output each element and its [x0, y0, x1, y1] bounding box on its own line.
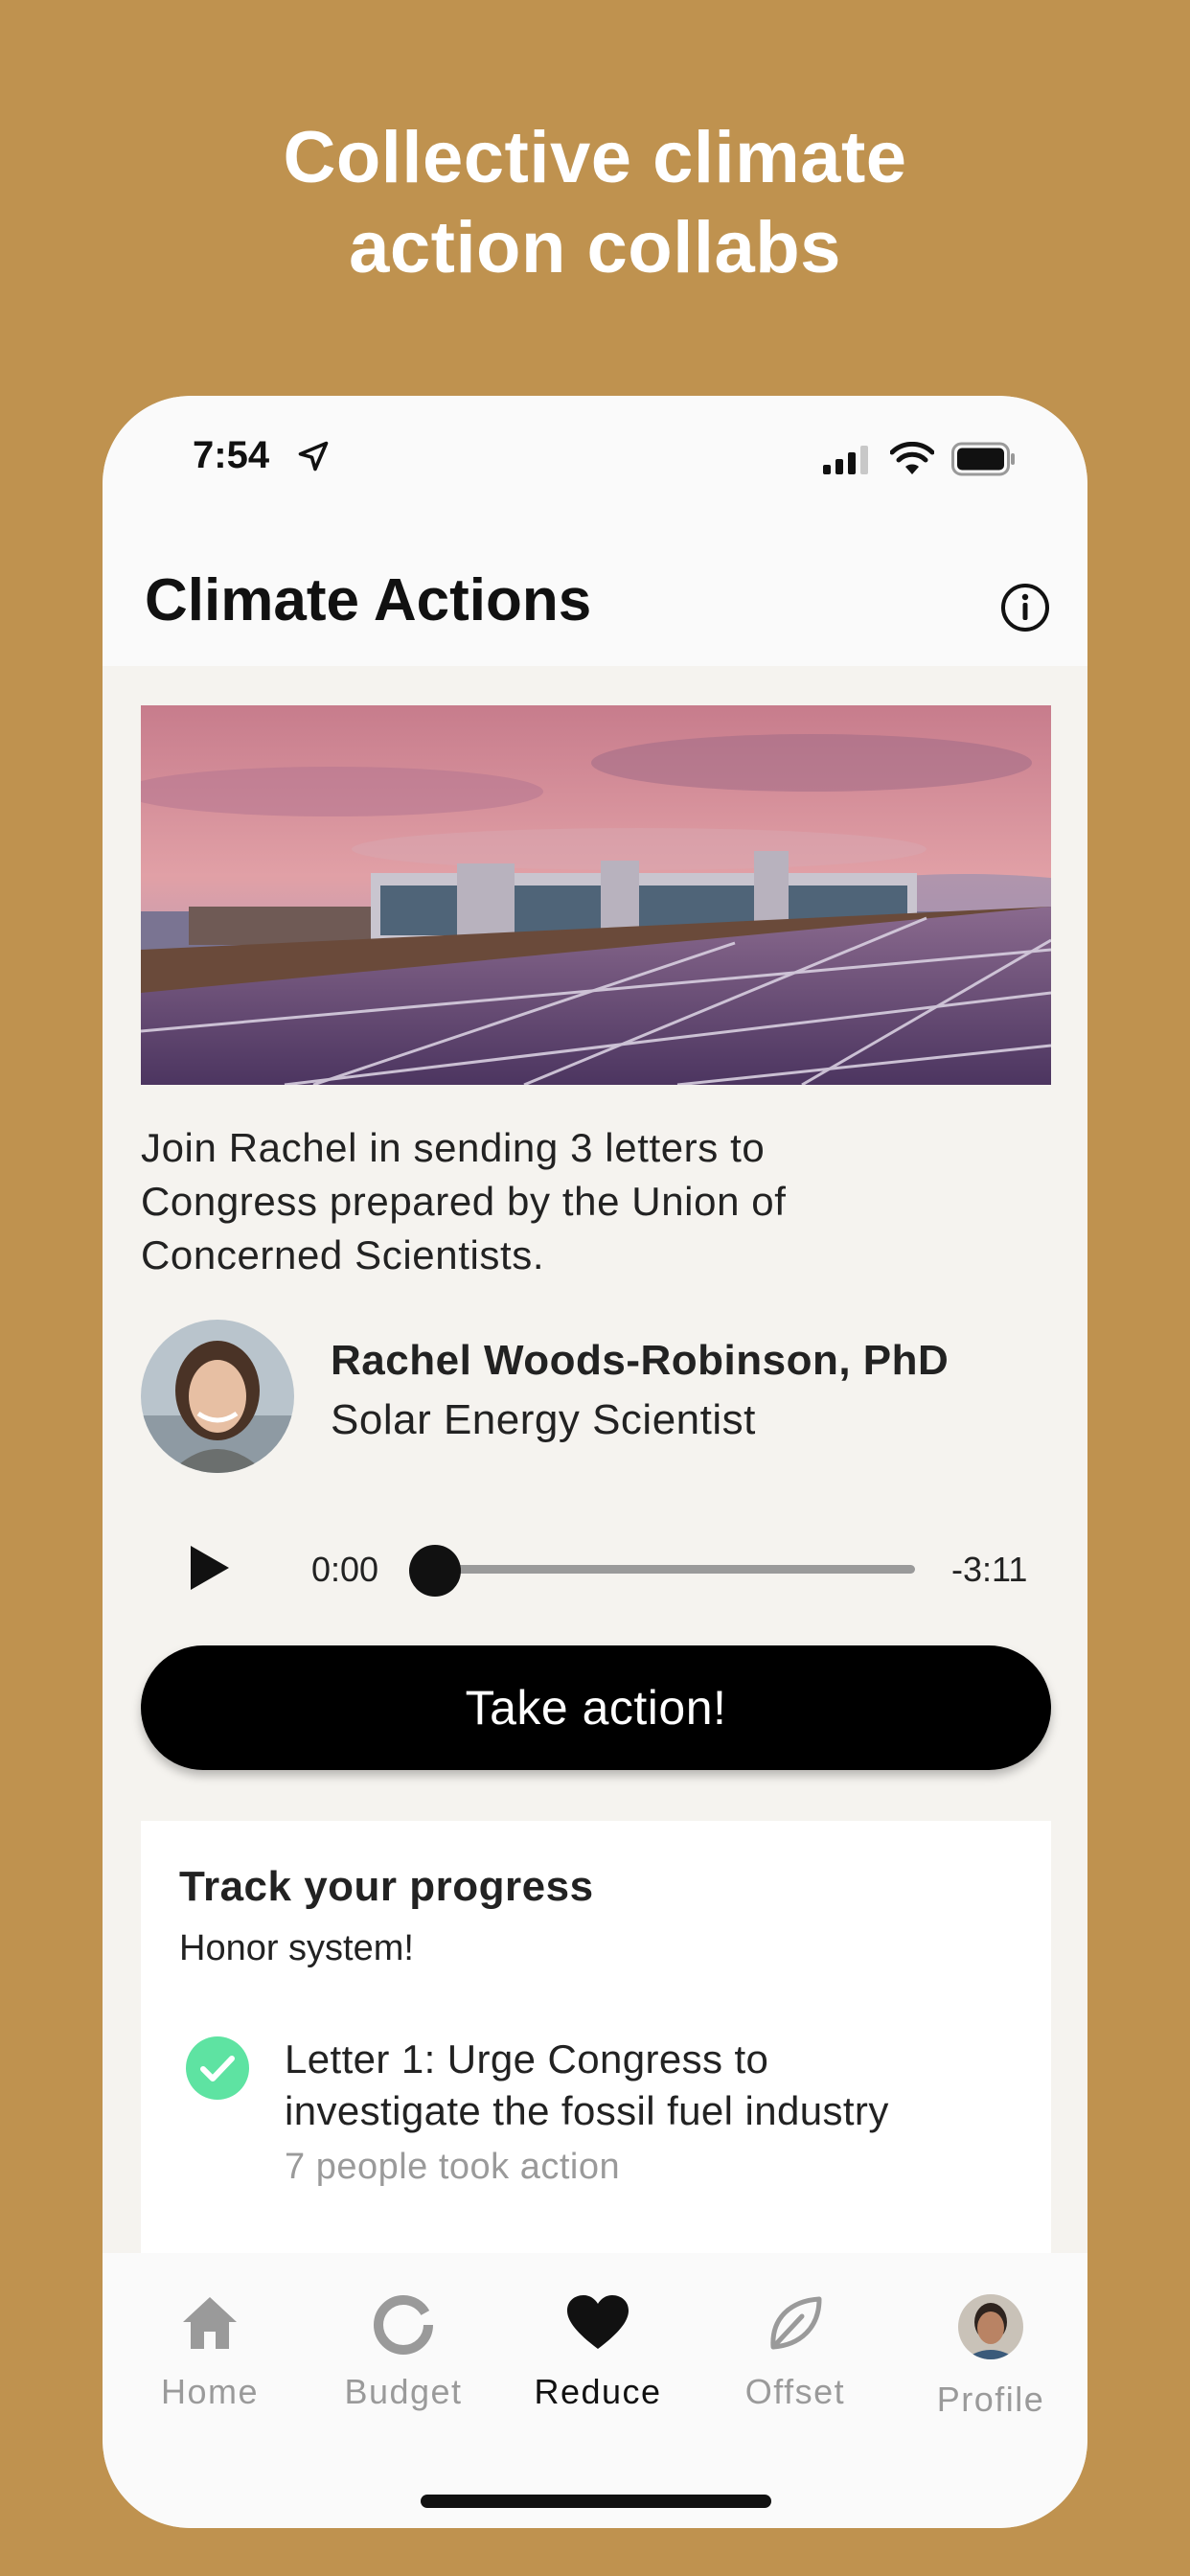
heart-icon [567, 2295, 629, 2349]
cellular-signal-icon [823, 446, 868, 474]
scientist-avatar [141, 1320, 294, 1473]
tab-home[interactable]: Home [111, 2293, 309, 2437]
headline-line-2: action collabs [349, 207, 841, 288]
profile-avatar [958, 2294, 1023, 2359]
progress-title: Track your progress [179, 1863, 594, 1910]
tab-home-label: Home [160, 2372, 260, 2411]
promo-headline: Collective climate action collabs [0, 113, 1190, 293]
scientist-role: Solar Energy Scientist [331, 1396, 756, 1443]
location-arrow-icon [298, 441, 329, 472]
home-icon [183, 2297, 237, 2349]
tab-offset-label: Offset [744, 2372, 846, 2411]
tab-bar: Home Budget Reduce Offset Profile [103, 2253, 1087, 2528]
home-indicator [421, 2495, 771, 2508]
play-icon[interactable] [179, 1540, 235, 1596]
tab-reduce-label: Reduce [534, 2372, 662, 2411]
audio-remaining-time: -3:11 [951, 1550, 1028, 1589]
status-time: 7:54 [193, 434, 270, 476]
progress-card: Track your progress Honor system! Letter… [141, 1821, 1051, 2300]
scientist-name: Rachel Woods-Robinson, PhD [331, 1337, 950, 1384]
tab-offset[interactable]: Offset [697, 2293, 894, 2437]
leaf-icon [770, 2296, 822, 2350]
battery-icon [951, 442, 1015, 476]
checkmark-circle-icon[interactable] [185, 2036, 250, 2101]
headline-line-1: Collective climate [283, 117, 907, 198]
page-title: Climate Actions [145, 567, 592, 633]
audio-current-time: 0:00 [311, 1550, 379, 1589]
phone-screen: 7:54 Climate Actions Join Rachel in send… [103, 396, 1087, 2528]
audio-scrubber-handle[interactable] [409, 1545, 461, 1597]
info-icon[interactable] [999, 582, 1051, 633]
task-title-line-2: investigate the fossil fuel industry [285, 2088, 889, 2133]
tab-budget[interactable]: Budget [305, 2293, 502, 2437]
action-description: Join Rachel in sending 3 letters to Cong… [141, 1121, 1041, 1282]
tab-profile-label: Profile [936, 2380, 1045, 2419]
status-bar: 7:54 [103, 396, 1087, 540]
hero-image-solar-building [141, 705, 1051, 1085]
task-title-line-1: Letter 1: Urge Congress to [285, 2036, 769, 2082]
description-line-1: Join Rachel in sending 3 letters to [141, 1125, 766, 1170]
task-title: Letter 1: Urge Congress to investigate t… [285, 2034, 1032, 2137]
take-action-button[interactable]: Take action! [141, 1645, 1051, 1770]
tab-profile[interactable]: Profile [892, 2293, 1087, 2437]
audio-progress-track[interactable] [438, 1565, 915, 1574]
description-line-2: Congress prepared by the Union of [141, 1179, 787, 1224]
task-participant-count: 7 people took action [285, 2147, 621, 2187]
budget-ring-icon [374, 2295, 433, 2355]
wifi-icon [890, 442, 934, 474]
tab-reduce[interactable]: Reduce [499, 2293, 697, 2437]
progress-subtitle: Honor system! [179, 1928, 414, 1968]
description-line-3: Concerned Scientists. [141, 1232, 545, 1277]
tab-budget-label: Budget [344, 2372, 463, 2411]
nav-header: Climate Actions [103, 540, 1087, 666]
